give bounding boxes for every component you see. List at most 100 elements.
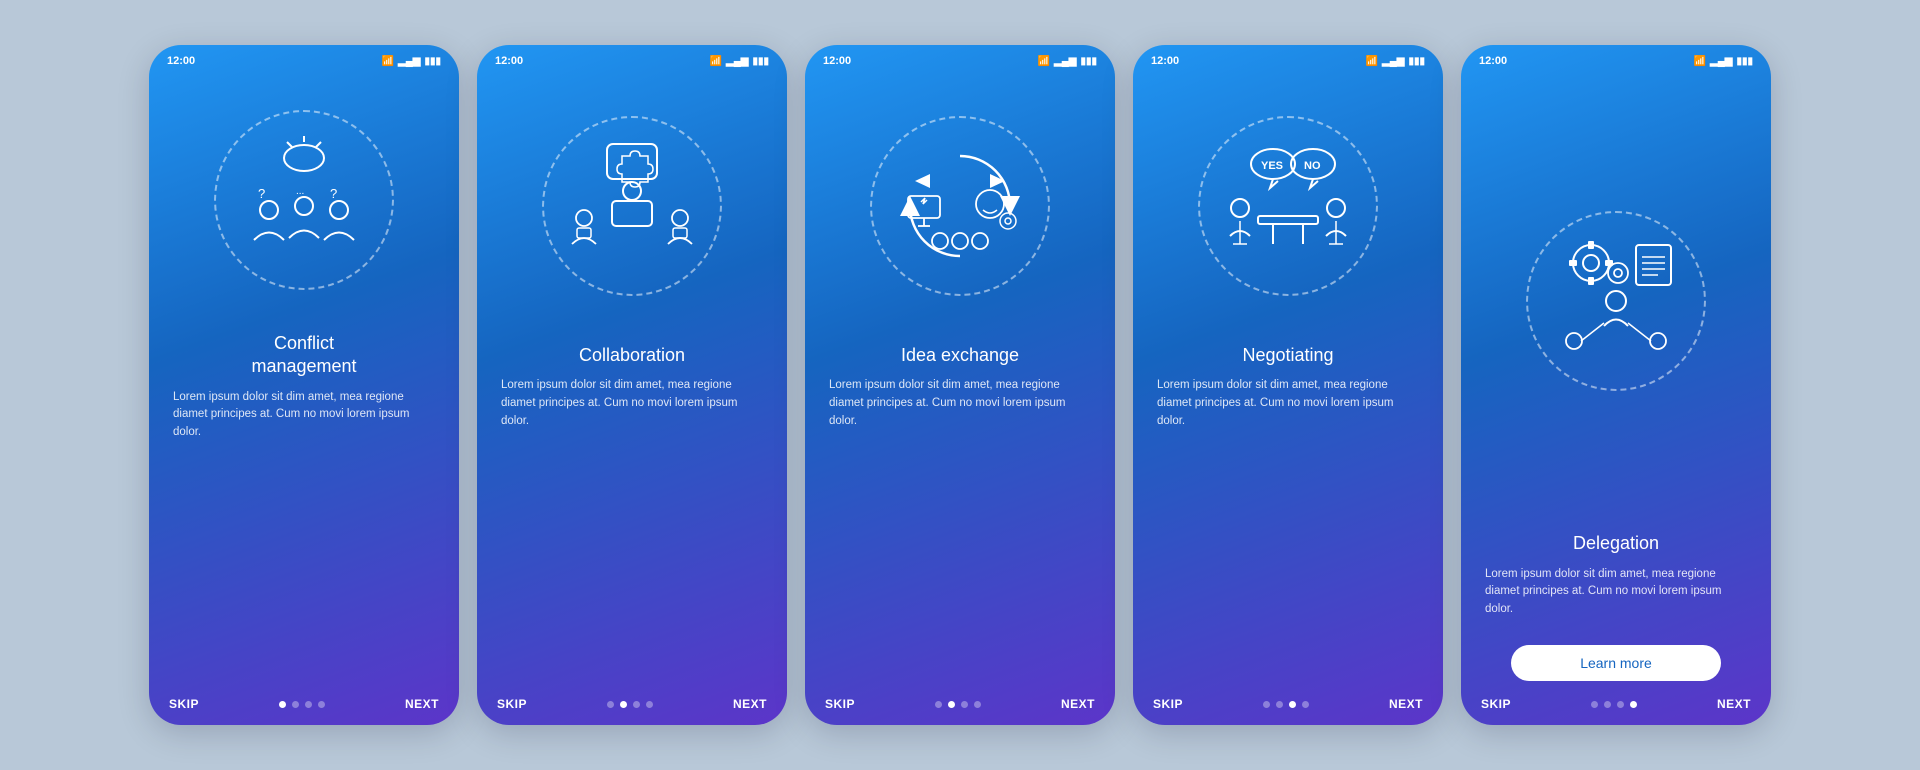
nav-bar-2: SKIP NEXT xyxy=(477,689,787,725)
screen-title-3: Idea exchange xyxy=(829,344,1091,367)
nav-dots-4 xyxy=(1263,701,1309,708)
svg-text:?: ? xyxy=(330,186,337,201)
illustration-circle-3 xyxy=(870,116,1050,296)
dot-4-2 xyxy=(1289,701,1296,708)
dot-2-0 xyxy=(607,701,614,708)
text-area-3: Idea exchange Lorem ipsum dolor sit dim … xyxy=(805,332,1115,439)
time-4: 12:00 xyxy=(1151,55,1179,67)
battery-icon: ▮▮▮ xyxy=(424,56,441,67)
screen-negotiating: 12:00 📶 ▂▄▆ ▮▮▮ YES xyxy=(1133,45,1443,725)
wifi-icon-2: 📶 xyxy=(710,56,722,67)
illustration-circle-5 xyxy=(1526,211,1706,391)
signal-icon-3: ▂▄▆ xyxy=(1054,56,1076,67)
time-3: 12:00 xyxy=(823,55,851,67)
skip-btn-3[interactable]: SKIP xyxy=(825,697,855,711)
screen-body-2: Lorem ipsum dolor sit dim amet, mea regi… xyxy=(501,377,763,430)
screen-title-5: Delegation xyxy=(1485,532,1747,555)
nav-dots-3 xyxy=(935,701,981,708)
dot-4-1 xyxy=(1276,701,1283,708)
signal-icon-5: ▂▄▆ xyxy=(1710,56,1732,67)
dot-1-1 xyxy=(292,701,299,708)
dot-3-0 xyxy=(935,701,942,708)
next-btn-3[interactable]: NEXT xyxy=(1061,697,1095,711)
svg-text:...: ... xyxy=(296,186,304,197)
screen-collaboration: 12:00 📶 ▂▄▆ ▮▮▮ xyxy=(477,45,787,725)
nav-dots-5 xyxy=(1591,701,1637,708)
wifi-icon-4: 📶 xyxy=(1366,56,1378,67)
signal-icon: ▂▄▆ xyxy=(398,56,420,67)
time-2: 12:00 xyxy=(495,55,523,67)
screen-body-5: Lorem ipsum dolor sit dim amet, mea regi… xyxy=(1485,566,1747,619)
status-icons-2: 📶 ▂▄▆ ▮▮▮ xyxy=(710,56,769,67)
nav-dots-1 xyxy=(279,701,325,708)
screen-title-2: Collaboration xyxy=(501,344,763,367)
illustration-5 xyxy=(1461,71,1771,520)
dot-5-1 xyxy=(1604,701,1611,708)
dot-3-2 xyxy=(961,701,968,708)
svg-text:NO: NO xyxy=(1304,160,1321,172)
status-bar-3: 12:00 📶 ▂▄▆ ▮▮▮ xyxy=(805,45,1115,71)
dot-4-3 xyxy=(1302,701,1309,708)
signal-icon-4: ▂▄▆ xyxy=(1382,56,1404,67)
learn-more-area: Learn more xyxy=(1461,627,1771,689)
dot-2-2 xyxy=(633,701,640,708)
skip-btn-2[interactable]: SKIP xyxy=(497,697,527,711)
screen-idea-exchange: 12:00 📶 ▂▄▆ ▮▮▮ xyxy=(805,45,1115,725)
status-icons-4: 📶 ▂▄▆ ▮▮▮ xyxy=(1366,56,1425,67)
status-icons-5: 📶 ▂▄▆ ▮▮▮ xyxy=(1694,56,1753,67)
status-bar-5: 12:00 📶 ▂▄▆ ▮▮▮ xyxy=(1461,45,1771,71)
dot-5-3 xyxy=(1630,701,1637,708)
text-area-5: Delegation Lorem ipsum dolor sit dim ame… xyxy=(1461,520,1771,627)
svg-text:?: ? xyxy=(258,186,265,201)
illustration-2 xyxy=(477,71,787,332)
battery-icon-5: ▮▮▮ xyxy=(1736,56,1753,67)
skip-btn-5[interactable]: SKIP xyxy=(1481,697,1511,711)
nav-bar-5: SKIP NEXT xyxy=(1461,689,1771,725)
illustration-circle-1: ? ... ? xyxy=(214,110,394,290)
svg-text:YES: YES xyxy=(1261,160,1283,172)
dot-4-0 xyxy=(1263,701,1270,708)
dot-2-3 xyxy=(646,701,653,708)
illustration-4: YES NO xyxy=(1133,71,1443,332)
screen-title-1: Conflict management xyxy=(173,332,435,379)
next-btn-1[interactable]: NEXT xyxy=(405,697,439,711)
dot-1-0 xyxy=(279,701,286,708)
next-btn-5[interactable]: NEXT xyxy=(1717,697,1751,711)
wifi-icon-3: 📶 xyxy=(1038,56,1050,67)
next-btn-2[interactable]: NEXT xyxy=(733,697,767,711)
illustration-circle-4: YES NO xyxy=(1198,116,1378,296)
dot-3-3 xyxy=(974,701,981,708)
wifi-icon-5: 📶 xyxy=(1694,56,1706,67)
time-1: 12:00 xyxy=(167,55,195,67)
next-btn-4[interactable]: NEXT xyxy=(1389,697,1423,711)
screens-container: 12:00 📶 ▂▄▆ ▮▮▮ xyxy=(149,45,1771,725)
time-5: 12:00 xyxy=(1479,55,1507,67)
dot-5-2 xyxy=(1617,701,1624,708)
screen-delegation: 12:00 📶 ▂▄▆ ▮▮▮ xyxy=(1461,45,1771,725)
skip-btn-4[interactable]: SKIP xyxy=(1153,697,1183,711)
learn-more-button[interactable]: Learn more xyxy=(1511,645,1721,681)
signal-icon-2: ▂▄▆ xyxy=(726,56,748,67)
nav-bar-3: SKIP NEXT xyxy=(805,689,1115,725)
dot-1-2 xyxy=(305,701,312,708)
screen-body-1: Lorem ipsum dolor sit dim amet, mea regi… xyxy=(173,389,435,442)
status-icons-1: 📶 ▂▄▆ ▮▮▮ xyxy=(382,56,441,67)
dot-3-1 xyxy=(948,701,955,708)
battery-icon-2: ▮▮▮ xyxy=(752,56,769,67)
screen-title-4: Negotiating xyxy=(1157,344,1419,367)
illustration-circle-2 xyxy=(542,116,722,296)
status-bar-2: 12:00 📶 ▂▄▆ ▮▮▮ xyxy=(477,45,787,71)
screen-body-3: Lorem ipsum dolor sit dim amet, mea regi… xyxy=(829,377,1091,430)
screen-body-4: Lorem ipsum dolor sit dim amet, mea regi… xyxy=(1157,377,1419,430)
status-bar-1: 12:00 📶 ▂▄▆ ▮▮▮ xyxy=(149,45,459,71)
text-area-4: Negotiating Lorem ipsum dolor sit dim am… xyxy=(1133,332,1443,439)
illustration-3 xyxy=(805,71,1115,332)
nav-dots-2 xyxy=(607,701,653,708)
dot-5-0 xyxy=(1591,701,1598,708)
nav-bar-1: SKIP NEXT xyxy=(149,689,459,725)
battery-icon-3: ▮▮▮ xyxy=(1080,56,1097,67)
skip-btn-1[interactable]: SKIP xyxy=(169,697,199,711)
wifi-icon: 📶 xyxy=(382,56,394,67)
dot-1-3 xyxy=(318,701,325,708)
status-bar-4: 12:00 📶 ▂▄▆ ▮▮▮ xyxy=(1133,45,1443,71)
